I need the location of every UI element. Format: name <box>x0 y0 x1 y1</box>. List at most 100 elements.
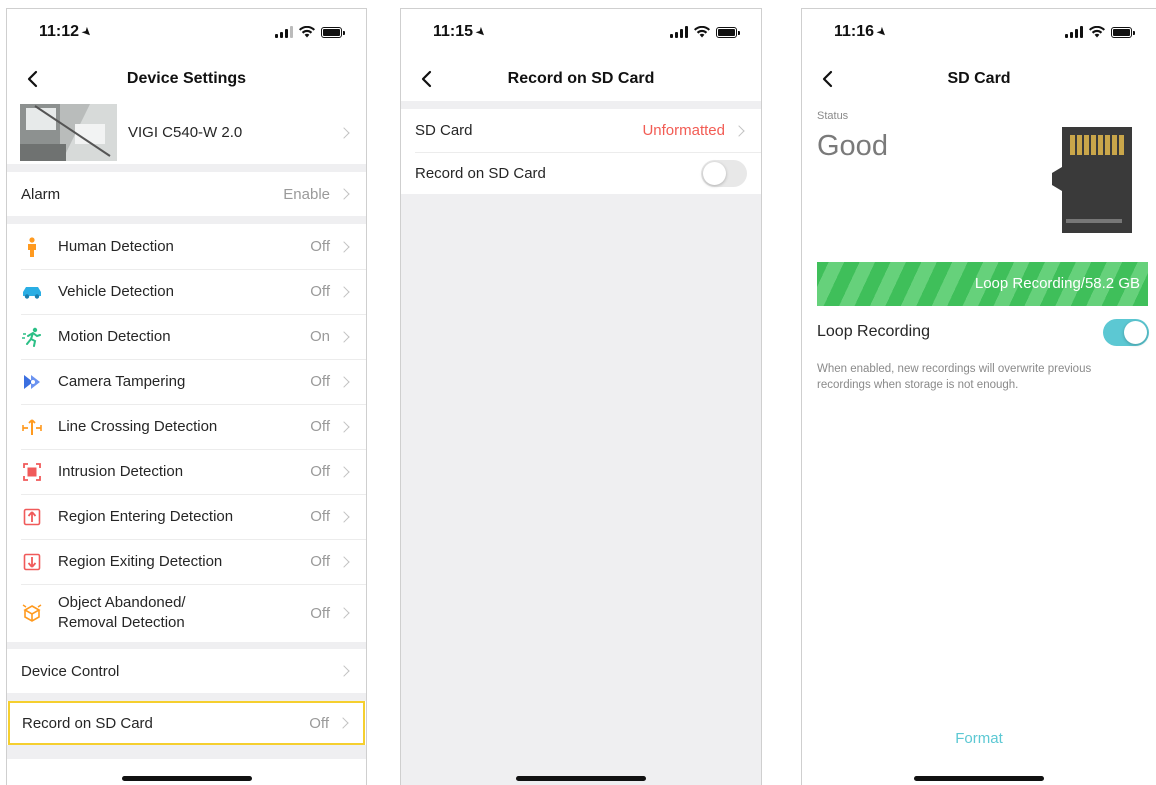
chevron-right-icon <box>338 126 350 139</box>
loop-recording-label: Loop Recording <box>817 323 930 340</box>
battery-icon <box>1111 26 1135 38</box>
record-on-sd-card-screen: 11:15➤ Record on SD Card SD Card Unforma… <box>400 8 762 785</box>
status-bar: 11:15➤ <box>401 9 761 57</box>
home-indicator <box>121 776 252 781</box>
location-arrow-icon: ➤ <box>78 23 96 41</box>
storage-bar-text: Loop Recording/58.2 GB <box>974 275 1140 292</box>
nav-bar: SD Card <box>802 57 1156 101</box>
motion-detection-item[interactable]: Motion Detection On <box>7 314 366 359</box>
location-arrow-icon: ➤ <box>472 23 490 41</box>
status-time: 11:16 <box>834 23 875 40</box>
wifi-icon <box>299 26 315 38</box>
sd-card-item[interactable]: SD Card Unformatted <box>401 109 761 152</box>
loop-recording-help: When enabled, new recordings will overwr… <box>817 363 1092 391</box>
wifi-icon <box>1089 26 1105 38</box>
region-exiting-detection-item[interactable]: Region Exiting Detection Off <box>7 539 366 584</box>
sd-card-status: Unformatted <box>642 122 725 139</box>
chevron-right-icon <box>338 465 350 478</box>
alarm-value: Enable <box>283 185 330 203</box>
device-settings-screen: 11:12➤ Device Settings VIGI C540-W 2.0 A… <box>6 8 367 785</box>
camera-item[interactable]: VIGI C540-W 2.0 <box>7 101 366 164</box>
tampering-icon <box>21 371 43 393</box>
sd-card-screen: 11:16➤ SD Card Status Good Loop Recordin… <box>801 8 1156 785</box>
device-control-label: Device Control <box>21 662 120 680</box>
wifi-icon <box>694 26 710 38</box>
region-exiting-icon <box>21 551 43 573</box>
storage-bar: Loop Recording/58.2 GB <box>817 262 1148 306</box>
detection-value: Off <box>310 553 330 570</box>
signal-icon <box>670 26 688 38</box>
detection-value: Off <box>310 508 330 525</box>
intrusion-icon <box>21 461 43 483</box>
line-crossing-icon <box>21 416 43 438</box>
chevron-right-icon <box>338 375 350 388</box>
battery-icon <box>716 26 740 38</box>
detection-label: Region Entering Detection <box>58 508 234 525</box>
page-title: SD Card <box>947 70 1011 87</box>
chevron-right-icon <box>733 124 745 137</box>
chevron-right-icon <box>338 555 350 568</box>
device-control-item[interactable]: Device Control <box>7 649 366 693</box>
detection-value: Off <box>310 283 330 300</box>
status-bar: 11:16➤ <box>802 9 1156 57</box>
sd-card-label: SD Card <box>415 122 473 139</box>
battery-icon <box>321 26 345 38</box>
detection-value: Off <box>310 373 330 390</box>
detection-label-line2: Removal Detection <box>58 614 185 631</box>
home-indicator <box>914 776 1044 781</box>
intrusion-detection-item[interactable]: Intrusion Detection Off <box>7 449 366 494</box>
detection-value: Off <box>310 604 330 622</box>
detection-label: Object Abandoned/Removal Detection <box>58 593 310 633</box>
vehicle-icon <box>21 281 43 303</box>
motion-icon <box>21 326 43 348</box>
detection-value: Off <box>310 238 330 255</box>
detection-label: Vehicle Detection <box>58 283 174 300</box>
chevron-right-icon <box>337 717 349 729</box>
home-indicator <box>516 776 646 781</box>
chevron-right-icon <box>338 420 350 433</box>
detection-label: Human Detection <box>58 238 174 255</box>
detection-value: Off <box>310 418 330 435</box>
camera-tampering-item[interactable]: Camera Tampering Off <box>7 359 366 404</box>
detection-label: Camera Tampering <box>58 373 186 390</box>
record-toggle[interactable] <box>701 159 747 187</box>
human-icon <box>21 236 43 258</box>
page-title: Record on SD Card <box>507 70 655 87</box>
nav-bar: Device Settings <box>7 57 366 101</box>
chevron-right-icon <box>338 510 350 523</box>
alarm-label: Alarm <box>21 185 61 203</box>
status-time: 11:12 <box>39 23 80 40</box>
location-arrow-icon: ➤ <box>873 23 891 41</box>
chevron-right-icon <box>338 285 350 298</box>
human-detection-item[interactable]: Human Detection Off <box>7 224 366 269</box>
chevron-right-icon <box>338 240 350 253</box>
region-entering-icon <box>21 506 43 528</box>
detection-label: Motion Detection <box>58 328 171 345</box>
status-label: Status <box>817 110 849 122</box>
status-time: 11:15 <box>433 23 474 40</box>
detection-label-line1: Object Abandoned/ <box>58 594 186 611</box>
format-button[interactable]: Format <box>802 730 1156 747</box>
vehicle-detection-item[interactable]: Vehicle Detection Off <box>7 269 366 314</box>
record-label: Record on SD Card <box>415 164 546 182</box>
alarm-item[interactable]: Alarm Enable <box>7 172 366 216</box>
object-abandoned-icon <box>21 602 43 624</box>
region-entering-detection-item[interactable]: Region Entering Detection Off <box>7 494 366 539</box>
record-sd-label: Record on SD Card <box>22 714 153 732</box>
record-on-sd-card-item[interactable]: Record on SD Card Off <box>8 701 365 745</box>
signal-icon <box>275 26 293 38</box>
line-crossing-detection-item[interactable]: Line Crossing Detection Off <box>7 404 366 449</box>
chevron-right-icon <box>338 607 350 619</box>
signal-icon <box>1065 26 1083 38</box>
loop-recording-toggle[interactable] <box>1103 318 1149 346</box>
detection-label: Line Crossing Detection <box>58 418 218 435</box>
status-value: Good <box>817 130 888 162</box>
chevron-right-icon <box>338 330 350 343</box>
nav-bar: Record on SD Card <box>401 57 761 101</box>
detection-value: Off <box>310 463 330 480</box>
camera-thumbnail <box>20 104 117 161</box>
object-abandoned-detection-item[interactable]: Object Abandoned/Removal Detection Off <box>7 584 366 642</box>
record-on-sd-card-row: Record on SD Card <box>401 152 761 194</box>
detection-label: Region Exiting Detection <box>58 553 223 570</box>
detection-label: Intrusion Detection <box>58 463 184 480</box>
